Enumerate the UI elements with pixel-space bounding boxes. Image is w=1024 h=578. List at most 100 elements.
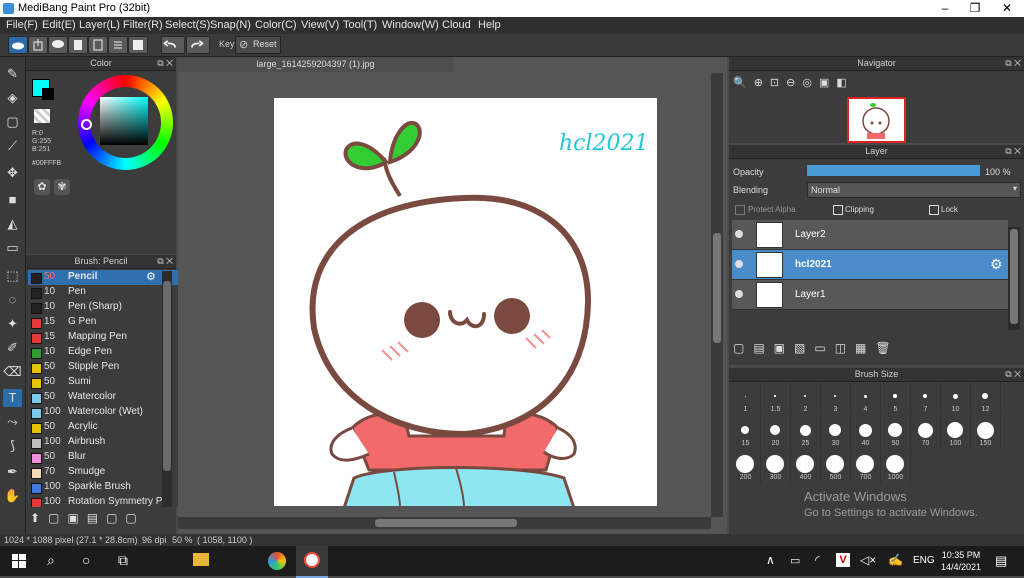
eraser-tool-icon[interactable]: ◈ [3, 89, 22, 107]
lasso-tool-icon[interactable]: ◌ [3, 291, 22, 309]
select-pen-tool-icon[interactable]: ✐ [3, 339, 22, 357]
navigator-thumbnail[interactable] [847, 97, 906, 143]
brush-size-option[interactable]: 3 [821, 382, 851, 415]
move-tool-icon[interactable]: ✥ [3, 164, 22, 182]
document-icon[interactable] [68, 36, 88, 54]
pen-icon[interactable]: ✍ [888, 553, 903, 567]
notification-icon[interactable]: ▤ [995, 553, 1007, 569]
brush-size-option[interactable]: 1000 [881, 450, 911, 483]
brush-item[interactable]: 50 Sumi [28, 375, 184, 391]
brush-item[interactable]: 15 G Pen [28, 315, 184, 331]
menu-window[interactable]: Window(W) [382, 19, 439, 31]
menu-filter[interactable]: Filter(R) [123, 19, 163, 31]
background-swatch[interactable] [42, 88, 54, 100]
medibang-taskbar-button[interactable] [296, 546, 328, 578]
menu-file[interactable]: File(F) [6, 19, 38, 31]
menu-snap[interactable]: Snap(N) [210, 19, 251, 31]
hue-wheel[interactable] [78, 75, 173, 170]
brush-size-option[interactable]: 40 [851, 416, 881, 449]
layer-visibility-icon[interactable] [735, 260, 743, 268]
transparent-swatch[interactable] [34, 109, 50, 123]
brush-item[interactable]: 100 Watercolor (Wet) [28, 405, 184, 421]
redo-icon[interactable] [186, 36, 210, 54]
operation-tool-icon[interactable]: ⤳ [3, 413, 22, 431]
brush-size-option[interactable]: 12 [971, 382, 1001, 415]
brush-item[interactable]: 100 Sparkle Brush [28, 480, 184, 496]
gradient-tool-icon[interactable]: ▭ [3, 239, 22, 257]
brush-item[interactable]: 50 Blur [28, 450, 184, 466]
blending-select[interactable]: Normal ▾ [807, 182, 1021, 198]
brush-size-option[interactable]: 150 [971, 416, 1001, 449]
reset-button[interactable]: ⊘ Reset [235, 36, 281, 54]
search-icon[interactable]: ⌕ [47, 552, 55, 569]
clock[interactable]: 10:35 PM 14/4/2021 [941, 549, 981, 573]
file-explorer-icon[interactable] [193, 553, 209, 566]
cloud-icon[interactable] [8, 36, 28, 54]
layer-visibility-icon[interactable] [735, 290, 743, 298]
brush-item[interactable]: 100 Rotation Symmetry Pa [28, 495, 184, 507]
text-tool-icon[interactable]: T [3, 389, 22, 407]
close-button[interactable]: ✕ [992, 0, 1022, 17]
panel-close-icon[interactable]: ⧉ ✕ [1005, 145, 1021, 158]
palette-icon[interactable]: ✿ [34, 179, 50, 195]
brush-item[interactable]: 10 Pen (Sharp) [28, 300, 184, 316]
paint-app-icon[interactable] [268, 552, 286, 570]
opacity-slider[interactable] [807, 165, 980, 176]
menu-help[interactable]: Help [478, 19, 501, 31]
brush-size-option[interactable]: 50 [881, 416, 911, 449]
brush-actions[interactable]: ⬆▢▣▤▢▢ [30, 511, 145, 525]
spoid-tool-icon[interactable]: ✒ [3, 463, 22, 481]
minimize-button[interactable]: – [930, 0, 960, 17]
brush-size-option[interactable]: 100 [941, 416, 971, 449]
brush-item[interactable]: 15 Mapping Pen [28, 330, 184, 346]
saturation-square[interactable] [100, 97, 148, 145]
menu-color[interactable]: Color(C) [255, 19, 297, 31]
brush-size-option[interactable]: 10 [941, 382, 971, 415]
brush-size-option[interactable]: 25 [791, 416, 821, 449]
fill-rect-tool-icon[interactable]: ■ [3, 191, 22, 209]
brush-item[interactable]: 50 Watercolor [28, 390, 184, 406]
line-tool-icon[interactable]: ⟋ [3, 137, 22, 155]
marquee-tool-icon[interactable]: ⬚ [3, 267, 22, 285]
brush-size-option[interactable]: 30 [821, 416, 851, 449]
palette-settings-icon[interactable]: ✾ [54, 179, 70, 195]
document-tab[interactable]: large_1614259204397 (1).jpg [178, 57, 453, 72]
brush-tool-icon[interactable]: ✎ [3, 65, 22, 83]
brush-size-option[interactable]: 400 [791, 450, 821, 483]
brush-size-option[interactable]: 15 [731, 416, 761, 449]
cortana-icon[interactable]: ○ [82, 552, 90, 568]
brush-item[interactable]: 50 Pencil ⚙ [28, 270, 184, 286]
brush-size-option[interactable]: 7 [911, 382, 941, 415]
protect-alpha-checkbox[interactable] [735, 205, 745, 215]
page-icon[interactable] [88, 36, 108, 54]
menu-cloud[interactable]: Cloud [442, 19, 471, 31]
brush-size-option[interactable]: 1.5 [761, 382, 791, 415]
canvas-hscroll[interactable] [178, 517, 711, 529]
clipping-checkbox[interactable] [833, 205, 843, 215]
brush-size-option[interactable]: 20 [761, 416, 791, 449]
brush-size-option[interactable]: 300 [761, 450, 791, 483]
layer-settings-icon[interactable]: ⚙ [990, 256, 1003, 273]
brush-item[interactable]: 100 Airbrush [28, 435, 184, 451]
layer-actions[interactable]: ▢▤▣▧▭◫▦🗑 [733, 341, 900, 355]
battery-icon[interactable]: ▭ [790, 554, 800, 567]
navigator-zoom-buttons[interactable]: 🔍⊕⊡⊖◎▣◧ [733, 76, 854, 89]
panel-close-icon[interactable]: ⧉ ✕ [157, 255, 173, 268]
menu-select[interactable]: Select(S) [165, 19, 210, 31]
lock-checkbox[interactable] [929, 205, 939, 215]
menu-view[interactable]: View(V) [301, 19, 339, 31]
brush-item[interactable]: 50 Acrylic [28, 420, 184, 436]
brush-size-option[interactable]: 4 [851, 382, 881, 415]
menu-edit[interactable]: Edit(E) [42, 19, 76, 31]
brush-item[interactable]: 10 Pen [28, 285, 184, 301]
layer-row[interactable]: Layer2 [732, 220, 1008, 250]
brush-size-option[interactable]: 1 [731, 382, 761, 415]
brush-size-option[interactable]: 700 [851, 450, 881, 483]
select-rect-tool-icon[interactable]: ▢ [3, 113, 22, 131]
hand-tool-icon[interactable]: ✋ [3, 487, 22, 505]
layer-row[interactable]: hcl2021 ⚙ [732, 250, 1008, 280]
share-icon[interactable] [28, 36, 48, 54]
undo-icon[interactable] [161, 36, 185, 54]
task-view-icon[interactable]: ⧉ [118, 552, 128, 569]
layer-scrollbar[interactable] [1008, 227, 1020, 330]
